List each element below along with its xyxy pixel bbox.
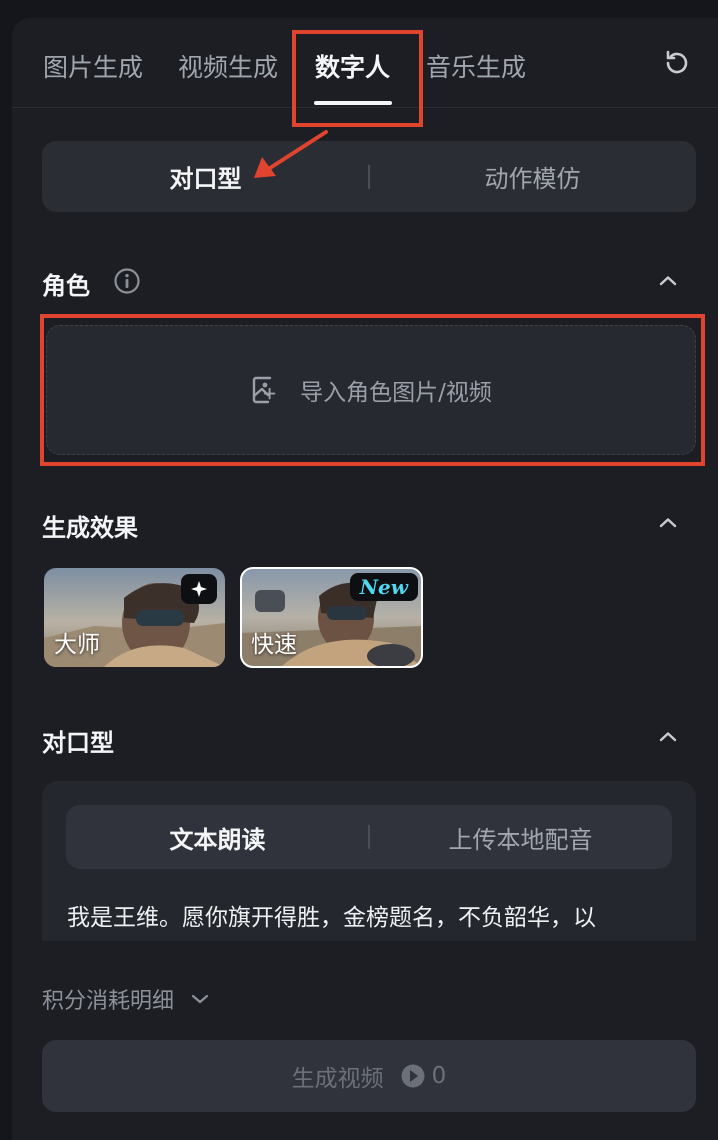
tab-video-generation[interactable]: 视频生成 xyxy=(178,48,278,84)
credit-coin-icon xyxy=(401,1064,425,1088)
sparkle-badge xyxy=(181,574,217,604)
speech-text-input[interactable]: 我是王维。愿你旗开得胜，金榜题名，不负韶华，以 xyxy=(67,898,596,932)
credits-detail-label: 积分消耗明细 xyxy=(42,989,175,1014)
effect-option-fast[interactable]: New 快速 xyxy=(240,567,423,668)
effect-option-master[interactable]: 大师 xyxy=(44,568,225,667)
active-tab-indicator xyxy=(314,101,392,105)
role-collapse-chevron-up-icon[interactable] xyxy=(655,273,681,289)
source-upload-audio-option[interactable]: 上传本地配音 xyxy=(369,805,672,869)
cost-value: 0 xyxy=(431,1063,447,1089)
role-section-title: 角色 xyxy=(42,272,90,300)
cost-indicator: 0 xyxy=(400,1063,447,1089)
info-icon[interactable] xyxy=(113,267,141,295)
audio-source-toggle: 文本朗读 上传本地配音 xyxy=(66,805,672,869)
lipsync-collapse-chevron-up-icon[interactable] xyxy=(655,729,681,745)
effect-section-title: 生成效果 xyxy=(42,514,138,542)
tab-image-generation[interactable]: 图片生成 xyxy=(43,48,143,84)
sparkle-icon xyxy=(191,581,207,597)
effect-label-fast: 快速 xyxy=(251,632,297,658)
effect-collapse-chevron-up-icon[interactable] xyxy=(655,515,681,531)
tab-music-generation[interactable]: 音乐生成 xyxy=(426,48,526,84)
lipsync-section-title: 对口型 xyxy=(42,729,114,757)
role-upload-dropzone[interactable]: 导入角色图片/视频 xyxy=(46,325,696,455)
new-badge: New xyxy=(349,573,418,601)
refresh-icon[interactable] xyxy=(662,48,692,78)
role-upload-label: 导入角色图片/视频 xyxy=(300,380,492,406)
mode-lipsync-option[interactable]: 对口型 xyxy=(42,141,369,212)
source-text-reading-option[interactable]: 文本朗读 xyxy=(66,805,369,869)
generate-video-label: 生成视频 xyxy=(291,1066,384,1092)
image-add-icon xyxy=(252,376,276,404)
credits-detail-toggle[interactable]: 积分消耗明细 xyxy=(42,983,210,1015)
mode-motion-imitation-option[interactable]: 动作模仿 xyxy=(369,141,696,212)
chevron-down-icon xyxy=(191,994,209,1004)
tab-digital-human[interactable]: 数字人 xyxy=(315,48,390,84)
generation-tabs: 图片生成 视频生成 数字人 音乐生成 xyxy=(12,18,718,108)
digital-human-panel: 图片生成 视频生成 数字人 音乐生成 对口型 动作模仿 角色 导入角色图片/视频 xyxy=(12,18,718,1140)
effect-label-master: 大师 xyxy=(54,632,100,658)
generate-video-button[interactable]: 生成视频 0 xyxy=(42,1040,696,1112)
lipsync-source-box: 文本朗读 上传本地配音 我是王维。愿你旗开得胜，金榜题名，不负韶华，以 xyxy=(42,781,696,941)
mode-toggle: 对口型 动作模仿 xyxy=(42,141,696,212)
